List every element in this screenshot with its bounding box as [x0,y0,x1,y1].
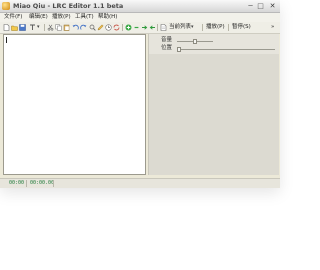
status-separator [26,180,27,187]
menu-tools[interactable]: 工具(T) [75,13,94,22]
edit-icon[interactable] [97,24,104,31]
playlist-dropdown[interactable]: 当前列表▾ [168,23,195,32]
toolbar-separator [122,24,123,31]
text-tools-dropdown-icon[interactable]: ▾ [37,23,40,32]
panel-area [149,54,279,175]
app-icon [2,2,10,10]
position-slider-thumb[interactable] [177,47,181,52]
status-bar: 00:00 00:00.00 [0,178,280,188]
app-window: Miao Qiu - LRC Editor 1.1 beta ─ □ ✕ 文件(… [0,0,280,188]
toolbar-separator [228,24,229,31]
redo-icon[interactable] [80,24,87,31]
toolbar-separator [44,24,45,31]
play-button[interactable]: 播放(P) [205,23,226,32]
status-separator [53,180,54,187]
document-icon[interactable] [160,24,167,31]
player-panel: 音量 位置 [148,34,279,175]
toolbar-separator [157,24,158,31]
add-green-icon[interactable] [125,24,132,31]
arrow-right-icon[interactable] [141,24,148,31]
menu-help[interactable]: 帮助(H) [98,13,117,22]
paste-icon[interactable] [63,24,70,31]
toolbar: ▾ 当前列表▾ 播放(P) 暂停(S) » [0,22,280,34]
playlist-label: 当前列表 [169,24,192,30]
menu-edit[interactable]: 编辑(E) [29,13,48,22]
position-slider-track[interactable] [177,49,275,50]
menu-bar: 文件(F) 编辑(E) 播放(P) 工具(T) 帮助(H) [0,13,280,22]
pause-button[interactable]: 暂停(S) [231,23,252,32]
menu-file[interactable]: 文件(F) [4,13,22,22]
menu-play[interactable]: 播放(P) [52,13,71,22]
window-title: Miao Qiu - LRC Editor 1.1 beta [13,2,124,10]
remove-icon[interactable] [133,24,140,31]
text-caret [6,37,7,43]
copy-icon[interactable] [55,24,62,31]
title-bar[interactable]: Miao Qiu - LRC Editor 1.1 beta ─ □ ✕ [0,0,280,13]
volume-slider-thumb[interactable] [193,39,197,44]
position-label: 位置 [161,45,173,51]
lyrics-editor[interactable] [3,34,146,175]
cut-icon[interactable] [47,24,54,31]
status-position: 00:00.00 [30,180,55,186]
open-folder-icon[interactable] [11,24,18,31]
toolbar-overflow-button[interactable]: » [270,23,275,32]
status-time: 00:00 [9,180,25,186]
find-icon[interactable] [89,24,96,31]
maximize-button[interactable]: □ [256,2,265,10]
toolbar-separator [202,24,203,31]
sync-icon[interactable] [113,24,120,31]
chevron-down-icon: ▾ [191,24,194,30]
text-tools-icon[interactable] [29,24,36,31]
close-button[interactable]: ✕ [268,2,277,10]
timestamp-icon[interactable] [105,24,112,31]
undo-icon[interactable] [72,24,79,31]
new-file-icon[interactable] [3,24,10,31]
volume-label: 音量 [161,37,173,43]
arrow-left-icon[interactable] [149,24,156,31]
save-icon[interactable] [19,24,26,31]
minimize-button[interactable]: ─ [246,2,255,10]
